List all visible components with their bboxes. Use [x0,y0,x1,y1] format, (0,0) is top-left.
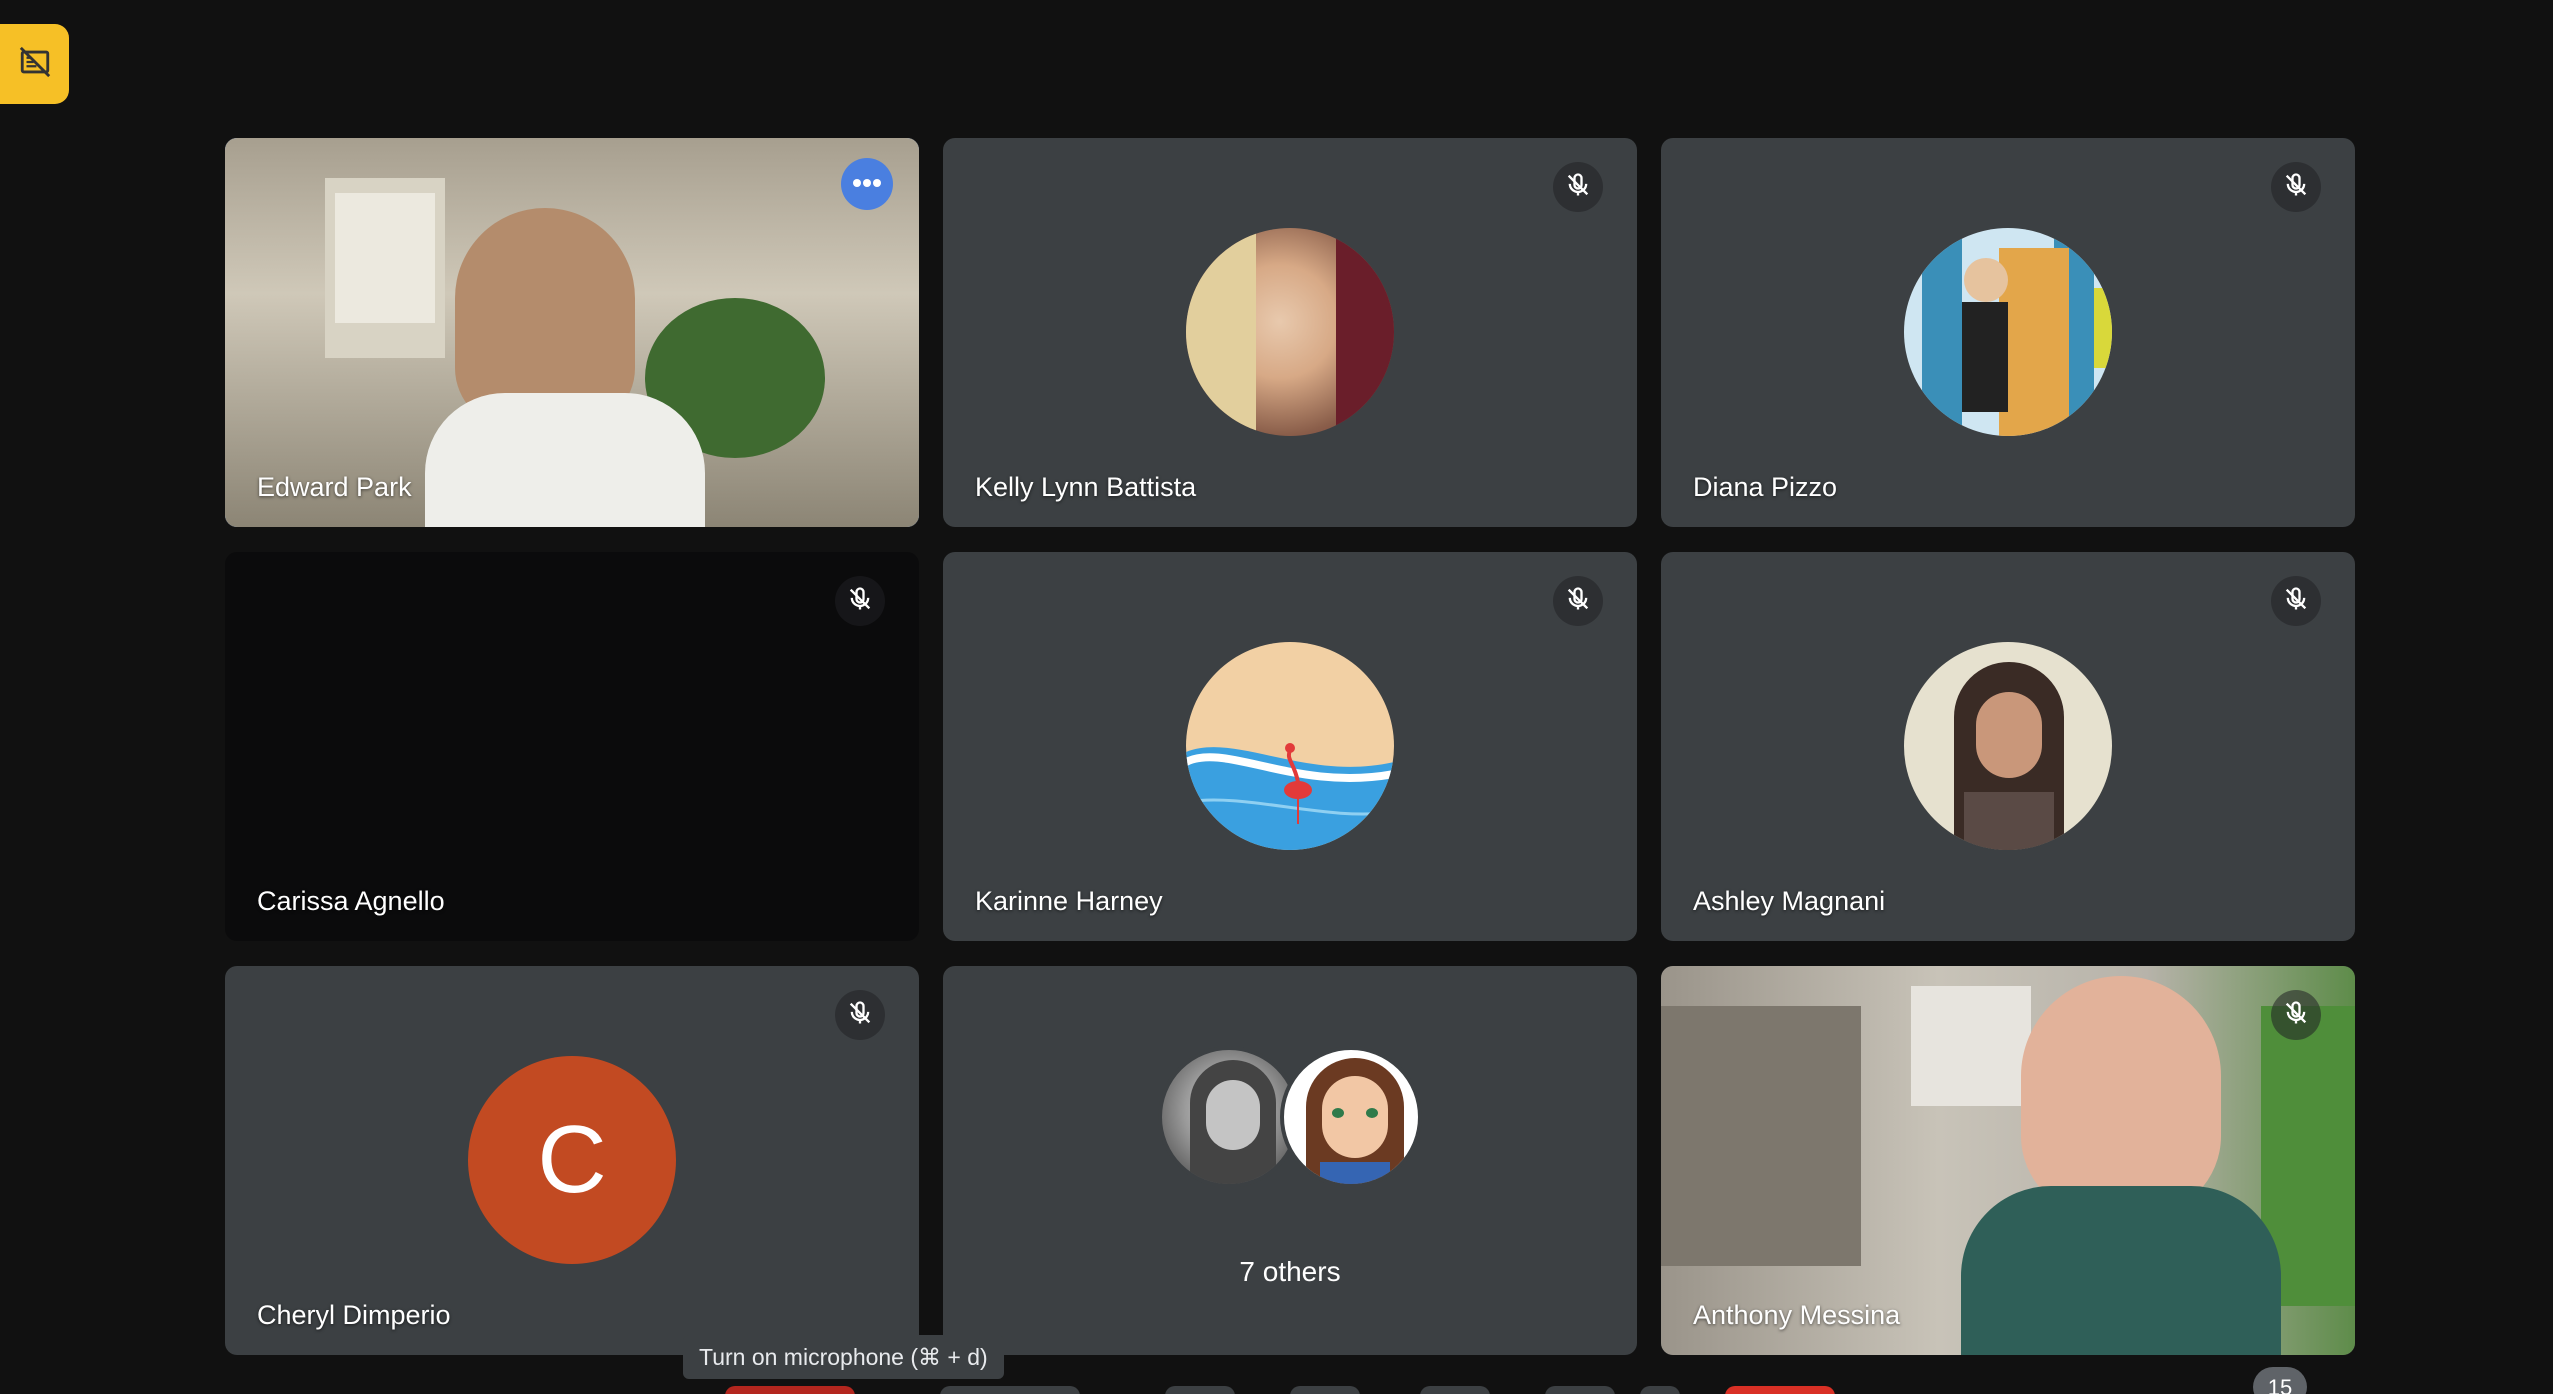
muted-indicator [1553,162,1603,212]
participant-name: Cheryl Dimperio [257,1300,451,1330]
participant-initial-avatar: C [468,1056,676,1264]
participant-name: Diana Pizzo [1693,472,1838,502]
mic-off-icon [2282,585,2310,618]
others-avatar-stack [1158,1046,1422,1190]
control-button-partial[interactable] [725,1386,855,1394]
control-button-partial[interactable] [1420,1386,1490,1394]
muted-indicator [2271,990,2321,1040]
control-button-partial[interactable] [1545,1386,1615,1394]
participant-tile-edward-park[interactable]: Edward Park [225,138,919,527]
participant-avatar [1158,1046,1300,1188]
participant-count-badge: 15 [2253,1367,2307,1394]
participant-avatar [1280,1046,1422,1188]
participant-tile-ashley-magnani[interactable]: Ashley Magnani [1661,552,2355,941]
participant-name: Edward Park [257,472,412,502]
others-tile[interactable]: 7 others [943,966,1637,1355]
participant-avatar [1904,642,2112,850]
mic-off-icon [846,585,874,618]
more-horizontal-icon [852,175,882,193]
microphone-tooltip: Turn on microphone (⌘ + d) [683,1335,1004,1379]
mic-off-icon [1564,171,1592,204]
leave-call-button-partial[interactable] [1725,1386,1835,1394]
control-button-partial[interactable] [1640,1386,1680,1394]
participant-avatar [1904,228,2112,436]
participant-tile-cheryl-dimperio[interactable]: C Cheryl Dimperio [225,966,919,1355]
mic-off-icon [2282,999,2310,1032]
more-options-button[interactable] [841,158,893,210]
flamingo-beach-image [1186,743,1394,850]
participant-name: Anthony Messina [1693,1300,1901,1330]
mic-off-icon [2282,171,2310,204]
signal-off-icon [18,45,52,84]
participant-avatar [1186,228,1394,436]
mic-off-icon [846,999,874,1032]
participant-name: Kelly Lynn Battista [975,472,1197,502]
meeting-stage: Edward Park Kelly Lynn Battista Diana Pi… [0,0,2553,1394]
participant-video [225,138,919,527]
muted-indicator [835,576,885,626]
participant-tile-carissa-agnello[interactable]: Carissa Agnello [225,552,919,941]
control-button-partial[interactable] [1290,1386,1360,1394]
participant-tile-diana-pizzo[interactable]: Diana Pizzo [1661,138,2355,527]
muted-indicator [2271,162,2321,212]
control-button-partial[interactable] [1165,1386,1235,1394]
participant-name: Karinne Harney [975,886,1163,916]
participant-video [1661,966,2355,1355]
mic-off-icon [1564,585,1592,618]
control-button-partial[interactable] [940,1386,1080,1394]
muted-indicator [835,990,885,1040]
participant-tile-kelly-lynn-battista[interactable]: Kelly Lynn Battista [943,138,1637,527]
participant-tile-karinne-harney[interactable]: Karinne Harney [943,552,1637,941]
no-data-saver-badge[interactable] [0,24,69,104]
participant-name: Carissa Agnello [257,886,445,916]
muted-indicator [1553,576,1603,626]
muted-indicator [2271,576,2321,626]
participant-tile-anthony-messina[interactable]: Anthony Messina [1661,966,2355,1355]
participant-name: Ashley Magnani [1693,886,1886,916]
others-count-label: 7 others [1239,1256,1341,1287]
participant-avatar [1186,642,1394,850]
